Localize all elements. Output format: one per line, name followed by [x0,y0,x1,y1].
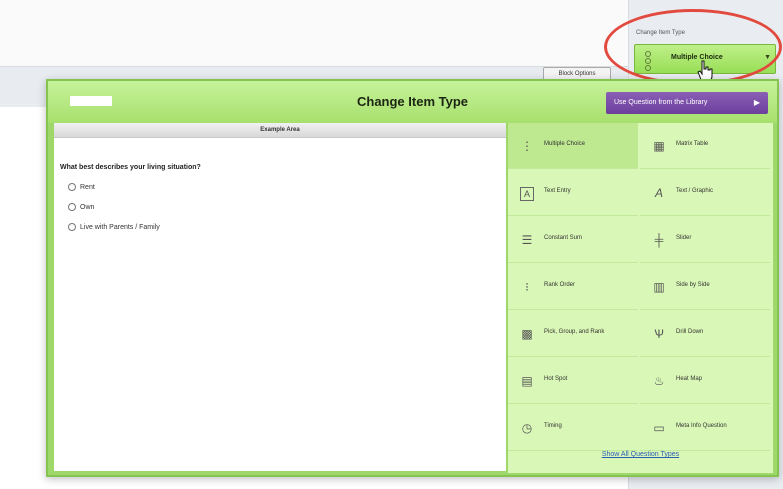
type-label: Heat Map [676,376,703,382]
type-timing[interactable]: ◷ Timing [508,405,638,451]
use-question-from-library-button[interactable]: Use Question from the Library ▶ [606,92,768,114]
type-label: Constant Sum [544,235,583,241]
answer-option[interactable]: Live with Parents / Family [68,223,160,231]
rank-order-icon: ⁝ [525,280,529,294]
type-slider[interactable]: ╪ Slider [640,217,770,263]
type-rank-order[interactable]: ⁝ Rank Order [508,264,638,310]
radio-icon[interactable] [68,203,76,211]
answer-option-label: Rent [80,183,95,191]
answer-option-label: Own [80,203,95,211]
question-type-grid: ⋮ Multiple Choice ▦ Matrix Table A Text … [508,123,773,473]
type-label: Meta Info Question [676,423,727,429]
radio-icon[interactable] [68,183,76,191]
side-by-side-icon: ▥ [653,280,665,294]
type-label: Matrix Table [676,141,709,147]
type-label: Drill Down [676,329,704,335]
multiple-choice-icon: ⋮ [521,139,533,153]
type-label: Multiple Choice [544,141,586,147]
meta-info-icon: ▭ [653,421,665,435]
type-label: Pick, Group, and Rank [544,329,605,335]
constant-sum-icon: ☰ [521,233,533,247]
type-heat-map[interactable]: ♨ Heat Map [640,358,770,404]
change-item-type-modal: Change Item Type Use Question from the L… [46,79,779,477]
type-text-graphic[interactable]: A Text / Graphic [640,170,770,216]
type-label: Side by Side [676,282,710,288]
type-pick-group-rank[interactable]: ▩ Pick, Group, and Rank [508,311,638,357]
hot-spot-icon: ▤ [521,374,533,388]
type-label: Slider [676,235,692,241]
play-arrow-icon: ▶ [753,98,760,107]
type-label: Rank Order [544,282,576,288]
slider-icon: ╪ [654,233,664,247]
example-area: Example Area What best describes your li… [54,123,506,471]
timing-icon: ◷ [521,421,533,435]
pick-group-rank-icon: ▩ [521,327,533,341]
type-meta-info-question[interactable]: ▭ Meta Info Question [640,405,770,451]
type-label: Hot Spot [544,376,568,382]
type-text-entry[interactable]: A Text Entry [508,170,638,216]
answer-option[interactable]: Rent [68,183,95,191]
type-multiple-choice[interactable]: ⋮ Multiple Choice [508,123,638,169]
answer-option-label: Live with Parents / Family [80,223,160,231]
text-entry-icon: A [518,183,536,203]
type-label: Text Entry [544,188,571,194]
type-matrix-table[interactable]: ▦ Matrix Table [640,123,770,169]
matrix-table-icon: ▦ [653,139,665,153]
radio-icon[interactable] [68,223,76,231]
type-label: Timing [544,423,562,429]
type-label: Text / Graphic [676,188,714,194]
text-graphic-icon: A [654,186,663,200]
type-drill-down[interactable]: Ѱ Drill Down [640,311,770,357]
example-area-header: Example Area [54,123,506,138]
type-constant-sum[interactable]: ☰ Constant Sum [508,217,638,263]
library-button-label: Use Question from the Library [614,99,708,106]
type-hot-spot[interactable]: ▤ Hot Spot [508,358,638,404]
answer-option[interactable]: Own [68,203,94,211]
drill-down-icon: Ѱ [654,327,664,341]
question-text: What best describes your living situatio… [60,164,201,171]
type-side-by-side[interactable]: ▥ Side by Side [640,264,770,310]
modal-header: Change Item Type Use Question from the L… [48,81,777,123]
heat-map-icon: ♨ [653,374,665,388]
show-all-question-types-link[interactable]: Show All Question Types [508,451,773,458]
highlight-annotation [604,9,782,85]
